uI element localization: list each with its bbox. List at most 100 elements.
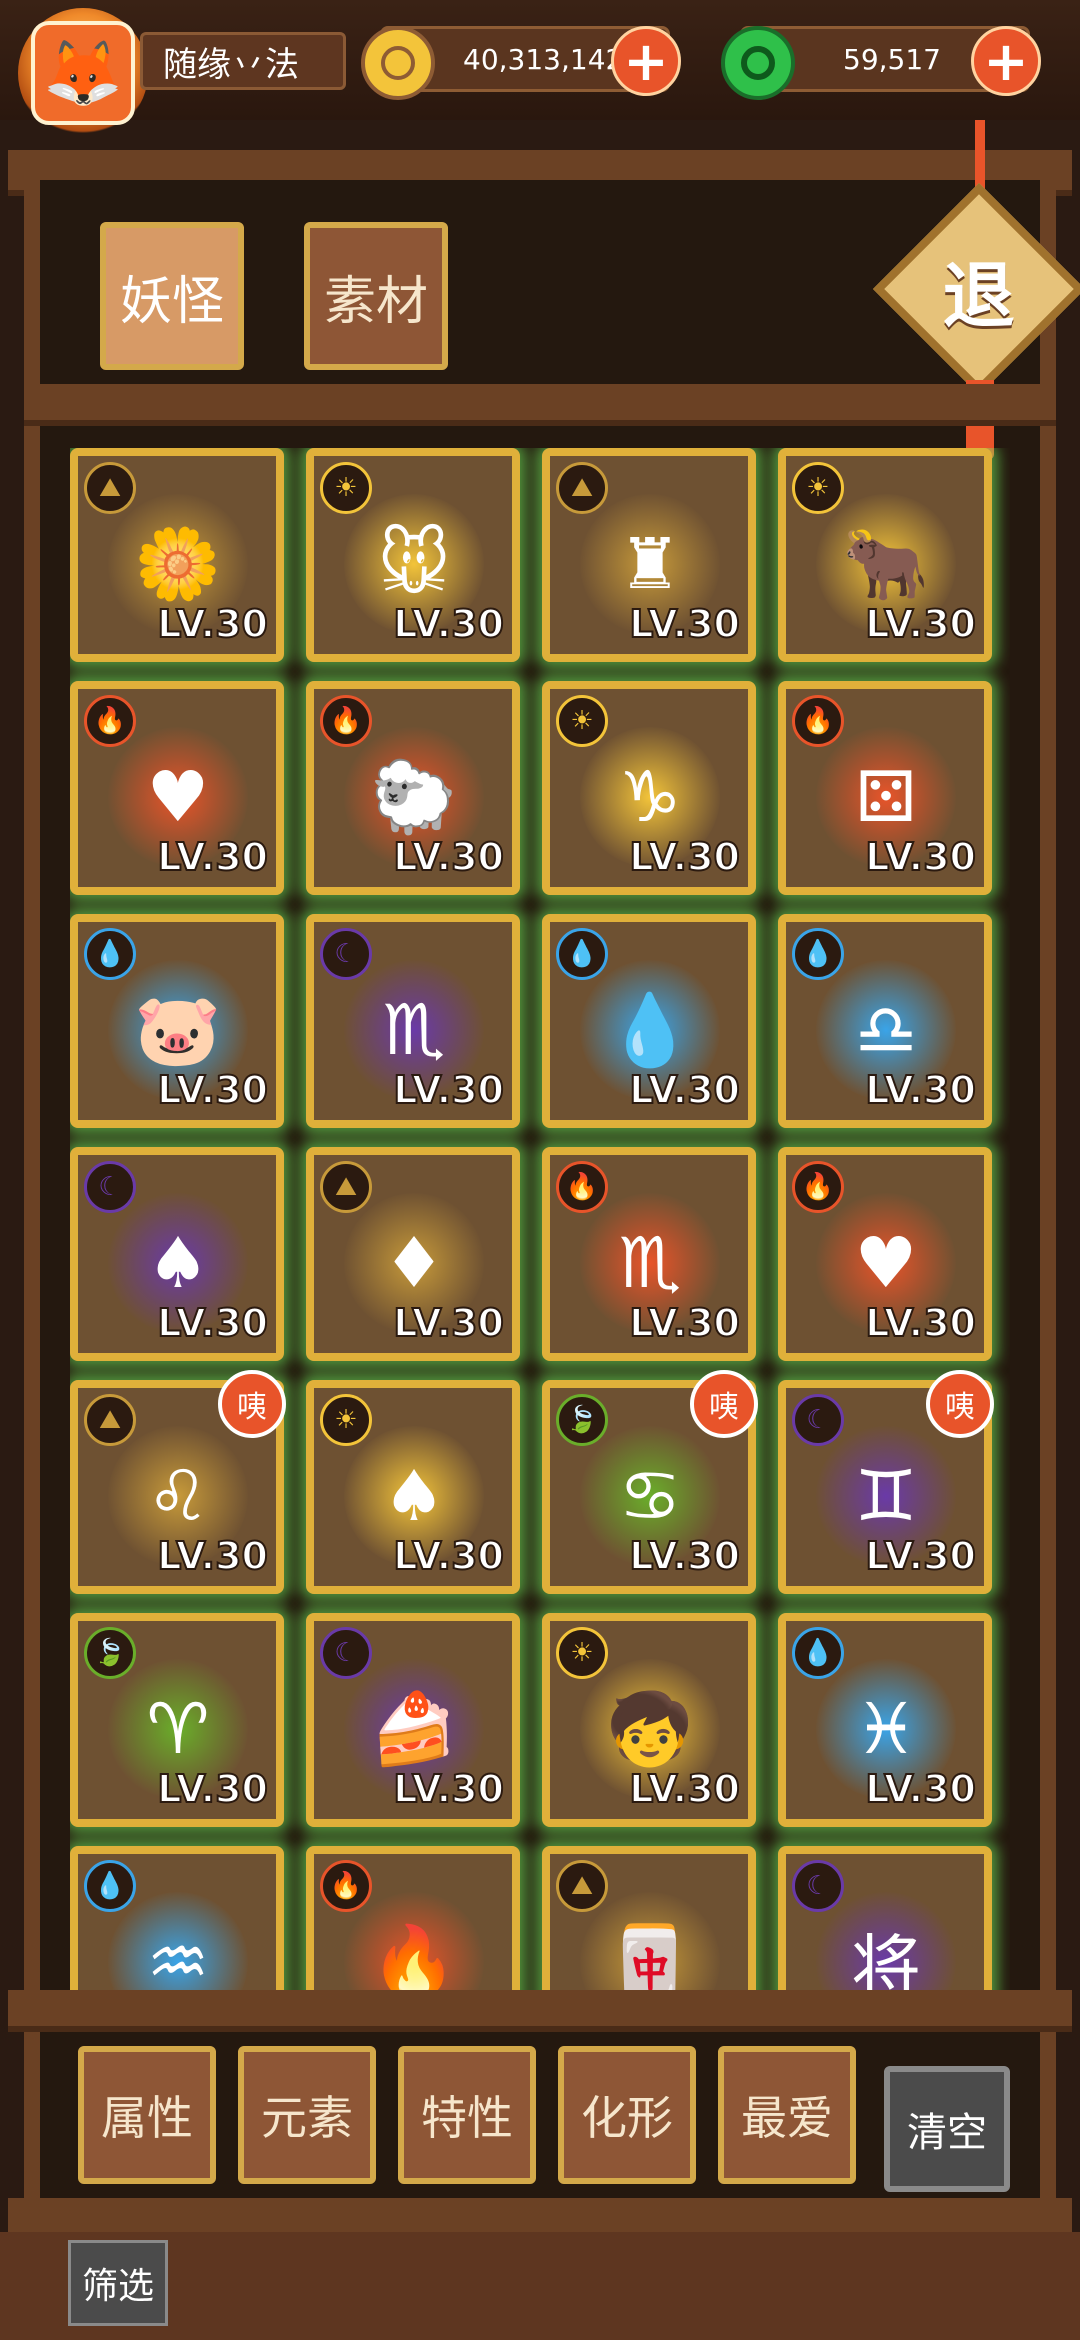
water-element-icon: 💧: [792, 1627, 844, 1679]
fire-element-icon: 🔥: [792, 695, 844, 747]
gem-amount: 59,517: [843, 42, 941, 76]
monster-card[interactable]: 🔥 ♥ LV.30: [778, 1147, 992, 1361]
monster-portrait: 🔥: [344, 1892, 484, 1994]
monster-level: LV.30: [864, 1300, 977, 1346]
wood-element-icon: 🍃: [84, 1627, 136, 1679]
monster-card[interactable]: ☀ 🐂 LV.30: [778, 448, 992, 662]
new-badge: 咦: [690, 1370, 758, 1438]
water-element-icon: 💧: [84, 928, 136, 980]
monster-level: LV.30: [628, 601, 741, 647]
filter-trait-button[interactable]: 特性: [398, 2046, 536, 2184]
monster-grid: ⛰ 🌼 LV.30 ☀ 🐭 LV.30 ⛰ ♜ LV.30 ☀ 🐂 LV.30 🔥 ♥ LV.30 🔥 🐑 LV.…: [70, 448, 1010, 1994]
monster-card[interactable]: 🔥 ⚄ LV.30: [778, 681, 992, 895]
monster-card[interactable]: 💧 ♓ LV.30: [778, 1613, 992, 1827]
earth-element-icon: ⛰: [84, 1394, 136, 1446]
monster-level: LV.30: [628, 1067, 741, 1113]
monster-card[interactable]: ☾ ♠ LV.30: [70, 1147, 284, 1361]
coin-amount: 40,313,142: [463, 42, 624, 76]
filter-element-label: 元素: [261, 2091, 353, 2145]
monster-card[interactable]: ⛰ 🀄: [542, 1846, 756, 1994]
monster-level: LV.30: [392, 1766, 505, 1812]
tab-monsters[interactable]: 妖怪: [100, 222, 244, 370]
add-gems-button[interactable]: +: [971, 26, 1041, 96]
monster-card[interactable]: ⛰ ♦ LV.30: [306, 1147, 520, 1361]
water-element-icon: 💧: [556, 928, 608, 980]
monster-level: LV.30: [628, 1300, 741, 1346]
monster-card[interactable]: 💧 💧 LV.30: [542, 914, 756, 1128]
filter-element-button[interactable]: 元素: [238, 2046, 376, 2184]
monster-level: LV.30: [156, 601, 269, 647]
filter-attribute-button[interactable]: 属性: [78, 2046, 216, 2184]
monster-card[interactable]: 🔥 ♥ LV.30: [70, 681, 284, 895]
monster-level: LV.30: [156, 834, 269, 880]
monster-level: LV.30: [864, 834, 977, 880]
monster-card[interactable]: ☾ 🍰 LV.30: [306, 1613, 520, 1827]
filter-transform-label: 化形: [581, 2091, 673, 2145]
monster-card[interactable]: 💧 ♎ LV.30: [778, 914, 992, 1128]
monster-card[interactable]: ☾ ♊ LV.30 咦: [778, 1370, 994, 1594]
monster-level: LV.30: [392, 834, 505, 880]
dark-element-icon: ☾: [320, 1627, 372, 1679]
monster-level: LV.30: [156, 1067, 269, 1113]
fox-mask-icon: 🦊: [31, 21, 135, 125]
tab-materials[interactable]: 素材: [304, 222, 448, 370]
dark-element-icon: ☾: [320, 928, 372, 980]
filter-button[interactable]: 筛选: [68, 2240, 168, 2326]
filter-button-label: 筛选: [81, 2266, 154, 2307]
monster-card[interactable]: ☾ 将: [778, 1846, 992, 1994]
monster-card[interactable]: ⛰ ♜ LV.30: [542, 448, 756, 662]
gem-counter: 59,517 +: [721, 26, 1041, 100]
monster-card[interactable]: 🍃 ♈ LV.30: [70, 1613, 284, 1827]
fire-element-icon: 🔥: [792, 1161, 844, 1213]
monster-portrait: ♒: [108, 1892, 248, 1994]
monster-card[interactable]: ☀ 🧒 LV.30: [542, 1613, 756, 1827]
monster-level: LV.30: [392, 1067, 505, 1113]
monster-card[interactable]: ☀ ♠ LV.30: [306, 1380, 520, 1594]
light-element-icon: ☀: [792, 462, 844, 514]
light-element-icon: ☀: [556, 695, 608, 747]
water-element-icon: 💧: [84, 1860, 136, 1912]
monster-level: LV.30: [392, 1533, 505, 1579]
coin-counter: 40,313,142 +: [361, 26, 681, 100]
player-avatar[interactable]: 🦊: [18, 8, 148, 138]
earth-element-icon: ⛰: [84, 462, 136, 514]
fire-element-icon: 🔥: [84, 695, 136, 747]
monster-level: LV.30: [156, 1533, 269, 1579]
monster-level: LV.30: [628, 1533, 741, 1579]
add-coins-button[interactable]: +: [611, 26, 681, 96]
light-element-icon: ☀: [320, 462, 372, 514]
monster-level: LV.30: [628, 1766, 741, 1812]
earth-element-icon: ⛰: [556, 1860, 608, 1912]
monster-card[interactable]: 🔥 🔥: [306, 1846, 520, 1994]
monster-card[interactable]: ☀ ♑ LV.30: [542, 681, 756, 895]
fire-element-icon: 🔥: [320, 695, 372, 747]
water-element-icon: 💧: [792, 928, 844, 980]
filter-transform-button[interactable]: 化形: [558, 2046, 696, 2184]
light-element-icon: ☀: [320, 1394, 372, 1446]
filter-trait-label: 特性: [421, 2091, 513, 2145]
monster-card[interactable]: 💧 🐷 LV.30: [70, 914, 284, 1128]
filter-favorite-label: 最爱: [741, 2091, 833, 2145]
fire-element-icon: 🔥: [320, 1860, 372, 1912]
clear-filters-button[interactable]: 清空: [884, 2066, 1010, 2192]
fire-element-icon: 🔥: [556, 1161, 608, 1213]
earth-element-icon: ⛰: [320, 1161, 372, 1213]
player-name: 随缘丷法: [140, 32, 346, 90]
monster-card[interactable]: 🍃 ♋ LV.30 咦: [542, 1370, 758, 1594]
monster-level: LV.30: [864, 1766, 977, 1812]
monster-card[interactable]: ☀ 🐭 LV.30: [306, 448, 520, 662]
jade-icon: [721, 26, 795, 100]
monster-level: LV.30: [864, 601, 977, 647]
monster-card[interactable]: ☾ ♏ LV.30: [306, 914, 520, 1128]
tab-materials-label: 素材: [323, 271, 428, 332]
coin-icon: [361, 26, 435, 100]
monster-card[interactable]: 🔥 ♏ LV.30: [542, 1147, 756, 1361]
monster-portrait: 🀄: [580, 1892, 720, 1994]
monster-card[interactable]: ⛰ ♌ LV.30 咦: [70, 1370, 286, 1594]
monster-card[interactable]: ⛰ 🌼 LV.30: [70, 448, 284, 662]
monster-level: LV.30: [864, 1533, 977, 1579]
monster-card[interactable]: 💧 ♒: [70, 1846, 284, 1994]
shelf-foot: [8, 2198, 1072, 2232]
monster-card[interactable]: 🔥 🐑 LV.30: [306, 681, 520, 895]
filter-favorite-button[interactable]: 最爱: [718, 2046, 856, 2184]
